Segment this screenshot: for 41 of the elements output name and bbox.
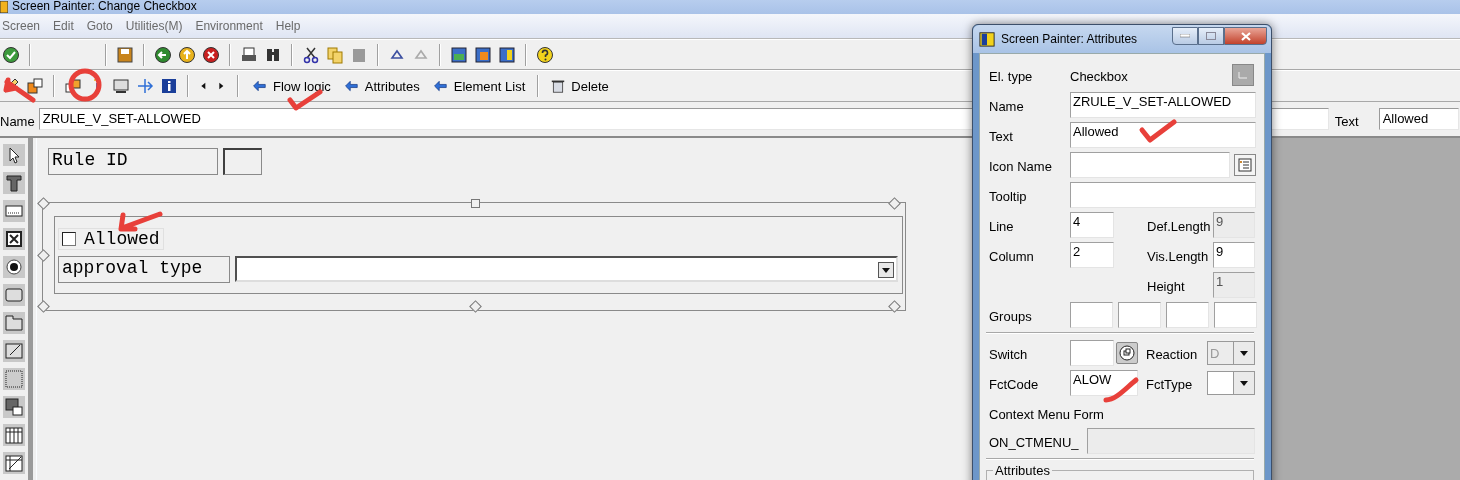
field-label: Vis.Length <box>1147 248 1210 264</box>
field-label: FctType <box>1146 376 1194 392</box>
field-label: El. type <box>989 68 1034 84</box>
fct-code-field[interactable]: ALOW <box>1070 370 1138 396</box>
field-label: Text <box>989 128 1014 144</box>
field-label: Reaction <box>1146 346 1199 362</box>
field-label: Icon Name <box>989 158 1053 174</box>
name-field[interactable]: ZRULE_V_SET-ALLOWED <box>1070 92 1256 118</box>
field-label: Rule ID <box>48 148 218 175</box>
checkbox-label: Allowed <box>84 229 160 249</box>
field-label: Switch <box>989 346 1029 362</box>
field-label: approval type <box>58 256 230 283</box>
field-label: Groups <box>989 308 1033 324</box>
field-label: ON_CTMENU_ <box>989 434 1080 450</box>
window-title: Screen Painter: Change Checkbox <box>12 0 197 12</box>
field-label: FctCode <box>989 376 1040 392</box>
line-field[interactable]: 4 <box>1070 212 1114 238</box>
vis-length-field[interactable]: 9 <box>1213 242 1255 268</box>
group-title: Attributes <box>993 463 1052 478</box>
field-label: Text <box>1334 113 1360 129</box>
menu-item[interactable]: Edit <box>50 19 84 33</box>
field-label: Tooltip <box>989 188 1028 204</box>
field-label: Column <box>989 248 1035 264</box>
toolbar-button[interactable]: Attributes <box>339 76 423 96</box>
field-label: Name <box>0 113 36 129</box>
menu-item[interactable]: Goto <box>83 19 123 33</box>
field-label: Line <box>989 218 1015 234</box>
column-field[interactable]: 2 <box>1070 242 1114 268</box>
field-label: Context Menu Form <box>989 406 1105 422</box>
menu-item[interactable]: Screen <box>0 19 51 33</box>
toolbar-button[interactable]: Delete <box>548 76 612 96</box>
field-label: Height <box>1147 278 1186 294</box>
text-field[interactable]: Allowed <box>1070 122 1256 148</box>
text-field[interactable]: Allowed <box>1378 108 1459 130</box>
menu-item[interactable]: Help <box>272 19 311 33</box>
field-value: Checkbox <box>1070 68 1129 84</box>
toolbar-button[interactable]: Element List <box>428 76 529 96</box>
menu-item[interactable]: Utilities(M) <box>122 19 193 33</box>
dialog-title: Screen Painter: Attributes <box>1001 32 1139 46</box>
menu-item[interactable]: Environment <box>192 19 273 33</box>
field-label: Def.Length <box>1147 218 1212 234</box>
